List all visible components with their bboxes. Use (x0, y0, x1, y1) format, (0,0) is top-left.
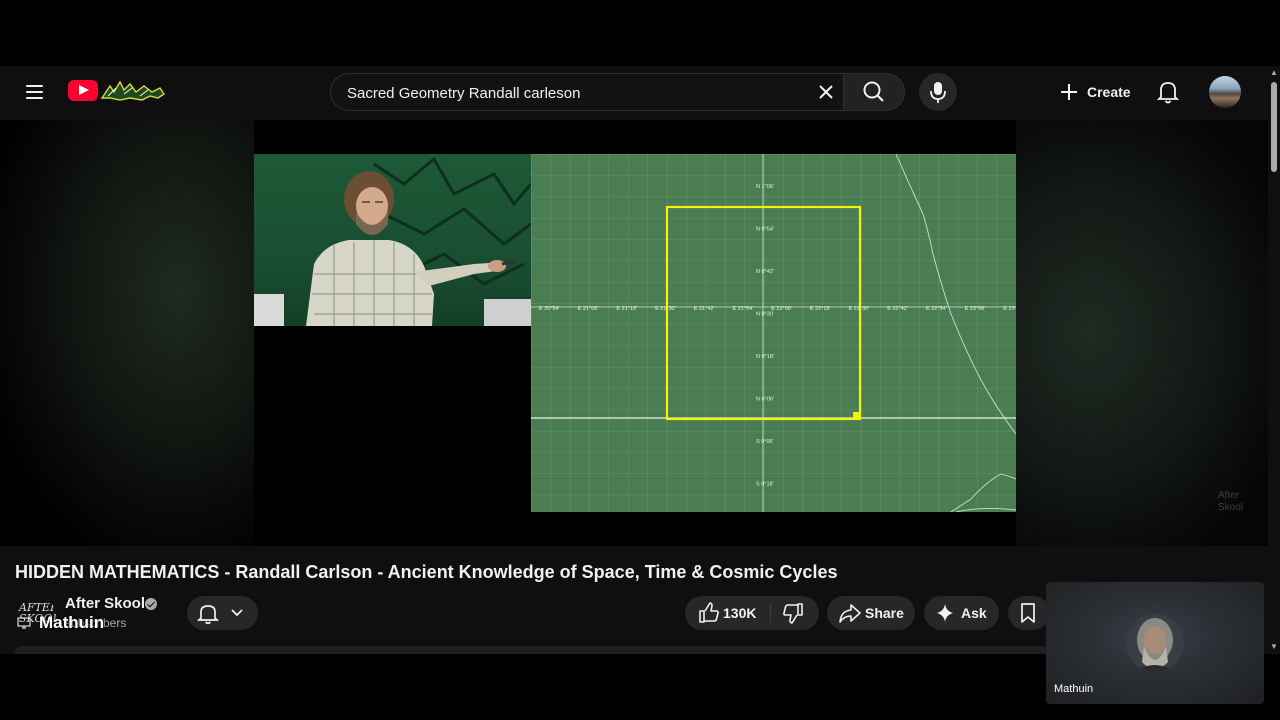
clear-search-button[interactable] (812, 78, 840, 106)
scroll-thumb[interactable] (1271, 82, 1277, 172)
notifications-button[interactable] (1150, 74, 1186, 110)
video-frame: E 20°54' E 21°06' E 21°18' E 21°30' E 21°42'… (254, 120, 1016, 546)
longitude-label: E 22°42' (887, 306, 908, 312)
share-button[interactable]: Share (827, 596, 915, 630)
save-button[interactable] (1008, 596, 1050, 630)
latitude-label: N 1°06' (756, 184, 774, 190)
menu-button[interactable] (20, 78, 48, 106)
ask-button[interactable]: Ask (924, 596, 999, 630)
webcam-avatar (1126, 614, 1184, 672)
doodle-logo[interactable] (100, 78, 166, 102)
youtube-logo[interactable] (68, 80, 98, 101)
microphone-icon (930, 82, 946, 103)
search-icon (863, 81, 884, 102)
longitude-label: E 23° (1003, 306, 1016, 312)
video-player[interactable]: After Skool E 20°54' E 21°06' E 21°18' E… (0, 120, 1268, 546)
longitude-label: E 21°54' (733, 306, 754, 312)
map-figure: E 20°54' E 21°06' E 21°18' E 21°30' E 21°42'… (531, 154, 1016, 512)
longitude-label: E 22°30' (849, 306, 870, 312)
ambient-glow-left (0, 120, 254, 546)
share-icon (839, 604, 861, 623)
channel-name[interactable]: After Skool (65, 595, 145, 612)
thumbs-up-icon (699, 602, 719, 623)
plus-icon (1061, 84, 1077, 100)
share-label: Share (865, 605, 904, 621)
latitude-label: N 0°54' (756, 227, 774, 233)
search-box (330, 73, 844, 112)
speaker-inset (254, 154, 531, 326)
longitude-label: E 21°18' (616, 306, 637, 312)
create-button[interactable]: Create (1052, 76, 1138, 108)
voice-search-button[interactable] (919, 73, 957, 111)
menu-icon (26, 85, 43, 87)
search-input[interactable] (345, 74, 809, 112)
longitude-label: E 21°42' (694, 306, 715, 312)
bell-icon (1156, 82, 1180, 104)
longitude-label: E 22°54' (926, 306, 947, 312)
longitude-label: E 20°54' (539, 306, 560, 312)
bell-dropdown-icon (196, 605, 243, 625)
like-count: 130K (723, 605, 757, 621)
sparkle-icon (937, 604, 953, 622)
longitude-label: E 21°06' (578, 306, 599, 312)
dislike-button[interactable] (771, 596, 819, 630)
square-corner-marker (853, 412, 859, 418)
latitude-label: N 0°42' (756, 269, 774, 275)
screen-share-overlay-name: Mathuin (39, 613, 105, 632)
latitude-label: S 0°18' (756, 482, 774, 488)
subscription-notifications-button[interactable] (187, 596, 258, 630)
longitude-label: E 22°06' (771, 306, 792, 312)
latitude-label: S 0°06' (756, 439, 774, 445)
youtube-app: Create ▲ ▼ AfterSkool (0, 66, 1280, 654)
thumbs-down-icon (783, 603, 803, 624)
ask-label: Ask (961, 605, 987, 621)
masthead: Create (0, 66, 1268, 118)
latitude-label: N 0°30' (756, 312, 774, 318)
longitude-label: E 21°30' (655, 306, 676, 312)
longitude-label: E 22°18' (810, 306, 831, 312)
page-scrollbar[interactable]: ▲ ▼ (1268, 66, 1280, 654)
latitude-label: N 0°18' (756, 354, 774, 360)
scroll-up-arrow-icon[interactable]: ▲ (1270, 68, 1278, 77)
search-button[interactable] (843, 73, 905, 111)
create-label: Create (1087, 84, 1131, 100)
latitude-label: N 0°06' (756, 397, 774, 403)
scroll-down-arrow-icon[interactable]: ▼ (1270, 642, 1278, 651)
speaker-image (254, 156, 531, 326)
top-black-bar (0, 0, 1280, 66)
person-portrait (1126, 614, 1184, 672)
bookmark-icon (1021, 603, 1035, 623)
verified-badge-icon (145, 598, 157, 610)
account-avatar[interactable] (1209, 76, 1241, 108)
close-icon (819, 85, 833, 99)
longitude-label: E 23°06' (965, 306, 986, 312)
like-dislike-group: 130K (685, 596, 819, 630)
video-title: HIDDEN MATHEMATICS - Randall Carlson - A… (15, 562, 838, 582)
webcam-name: Mathuin (1054, 683, 1094, 695)
channel-watermark: After Skool (1218, 490, 1244, 513)
ambient-glow-right (1016, 120, 1268, 546)
like-button[interactable]: 130K (685, 596, 770, 630)
description-box-edge[interactable] (15, 646, 1050, 654)
screen-share-icon (17, 617, 31, 629)
